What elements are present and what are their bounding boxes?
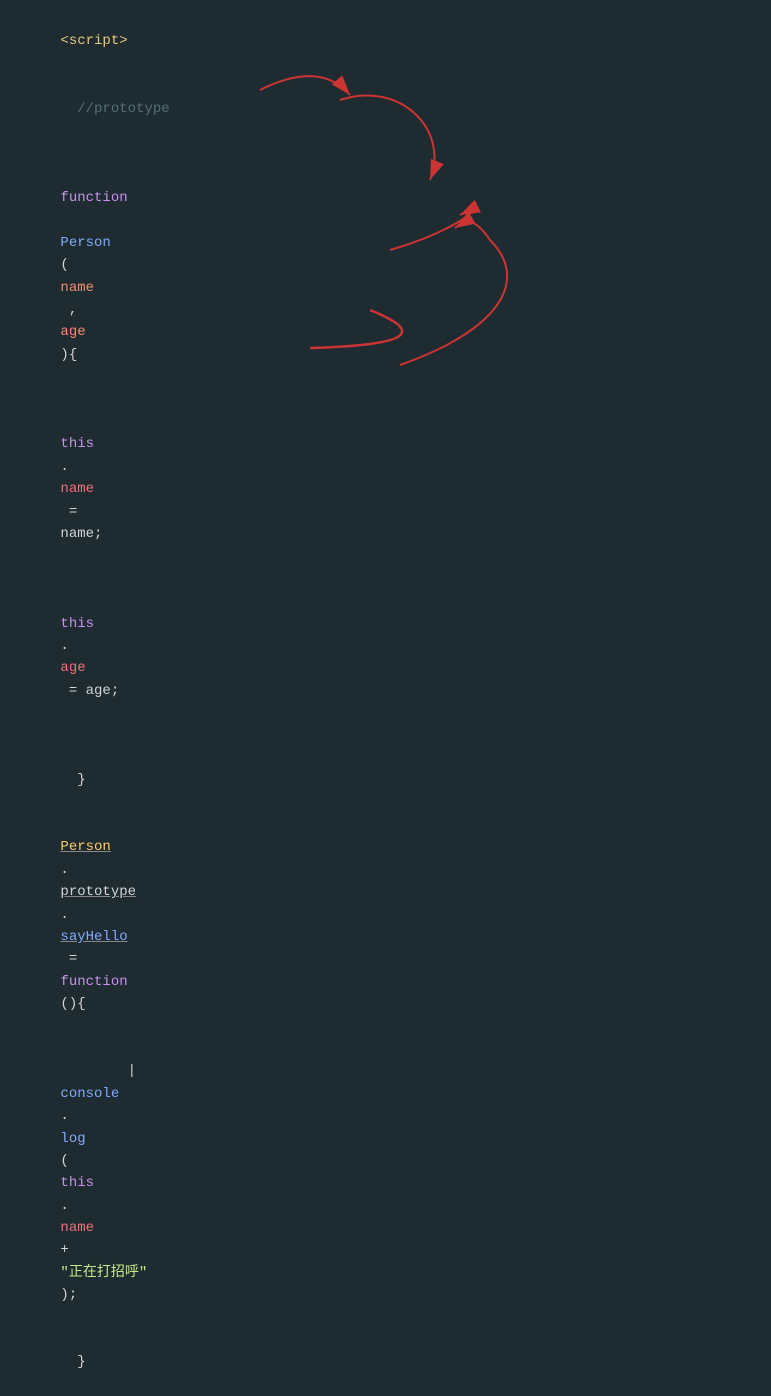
line-9: | console . log ( this . name + "正在打招呼" … bbox=[0, 1038, 771, 1329]
line-4: this . name = name; bbox=[0, 389, 771, 568]
line-7: } bbox=[0, 747, 771, 814]
line-8: Person . prototype . sayHello = function… bbox=[0, 814, 771, 1038]
code-editor: <script> //prototype function Person ( n… bbox=[0, 0, 771, 1396]
line-1: <script> bbox=[0, 8, 771, 75]
line-6 bbox=[0, 725, 771, 747]
line-5: this . age = age; bbox=[0, 568, 771, 725]
line-3: function Person ( name , age ){ bbox=[0, 142, 771, 388]
line-10: } bbox=[0, 1329, 771, 1396]
line-2: //prototype bbox=[0, 75, 771, 142]
